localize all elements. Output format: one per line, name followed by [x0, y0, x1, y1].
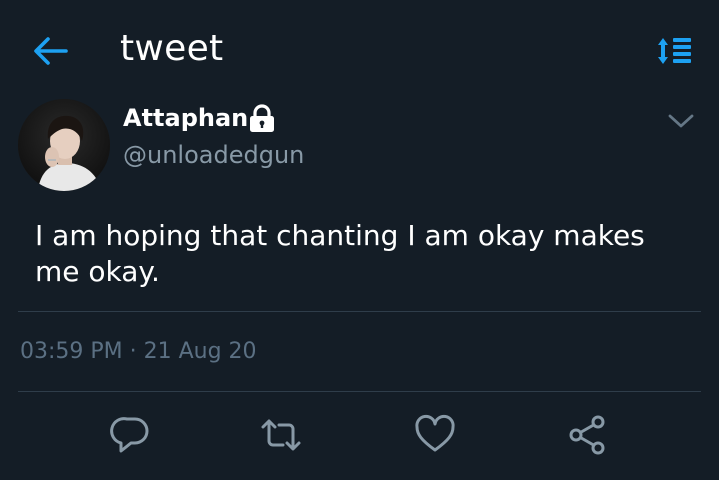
back-button[interactable] [30, 33, 70, 69]
retweet-icon [261, 419, 301, 451]
divider [18, 311, 701, 312]
retweet-button[interactable] [259, 413, 303, 457]
author-handle[interactable]: @unloadedgun [123, 141, 304, 169]
share-icon [569, 415, 605, 455]
top-app-bar: tweet [0, 0, 719, 100]
divider [18, 391, 701, 392]
tweet-timestamp: 03:59 PM · 21 Aug 20 [20, 339, 257, 364]
like-button[interactable] [413, 413, 457, 457]
page-title: tweet [120, 28, 224, 69]
lock-icon [248, 104, 276, 134]
tweet-detail-screen: tweet Attaphan @unloadedgun I am hoping … [0, 0, 719, 480]
arrow-left-icon [34, 37, 68, 65]
share-button[interactable] [565, 413, 609, 457]
heart-icon [415, 414, 455, 452]
sort-button[interactable] [655, 34, 695, 70]
tweet-text: I am hoping that chanting I am okay make… [35, 219, 645, 288]
reply-button[interactable] [109, 413, 153, 457]
author-name[interactable]: Attaphan [123, 104, 248, 132]
avatar[interactable] [18, 99, 110, 191]
reply-icon [110, 417, 149, 453]
more-options-button[interactable] [666, 108, 696, 134]
chevron-down-icon [668, 114, 694, 128]
avatar-photo [18, 99, 110, 191]
sort-list-icon [658, 38, 691, 64]
